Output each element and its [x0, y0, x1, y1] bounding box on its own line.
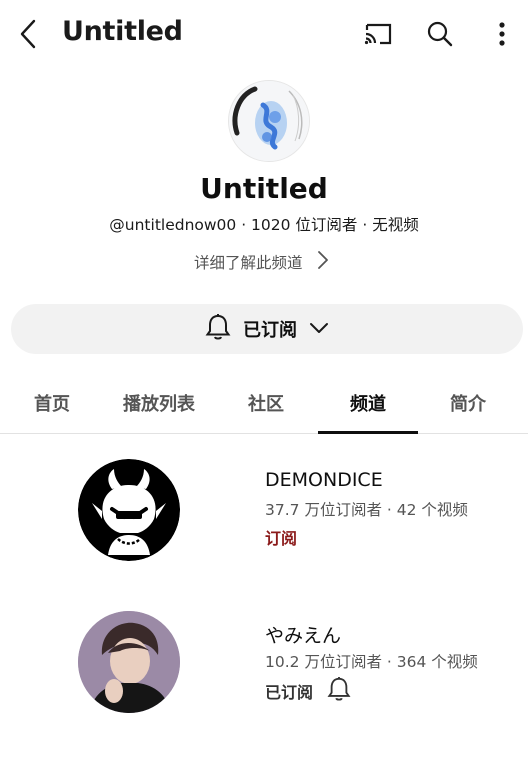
active-tab-indicator: [318, 431, 418, 434]
tab-home[interactable]: 首页: [0, 372, 104, 433]
subscribed-label: 已订阅: [265, 683, 314, 702]
channel-tabs: 首页 播放列表 社区 频道 简介: [0, 372, 528, 434]
bell-icon: [205, 313, 231, 345]
tab-playlists[interactable]: 播放列表: [104, 372, 214, 433]
avatar[interactable]: [78, 611, 180, 713]
channel-page: Untitled Untitled @untitlednow00 · 1020 …: [0, 0, 528, 771]
subscribed-button[interactable]: 已订阅: [265, 676, 351, 706]
channel-meta: 37.7 万位订阅者 · 42 个视频: [265, 501, 468, 519]
back-arrow-icon[interactable]: [10, 12, 46, 56]
cast-icon[interactable]: [358, 16, 398, 52]
more-vert-icon[interactable]: [484, 14, 520, 54]
page-title: Untitled: [62, 16, 183, 47]
top-app-bar: Untitled: [0, 0, 528, 68]
tab-about[interactable]: 简介: [418, 372, 518, 433]
avatar[interactable]: [78, 459, 180, 561]
bell-icon[interactable]: [327, 676, 351, 706]
tab-community[interactable]: 社区: [214, 372, 318, 433]
subscribe-button[interactable]: 订阅: [265, 525, 297, 549]
about-channel-label: 详细了解此频道: [194, 254, 303, 272]
subscribed-label: 已订阅: [243, 320, 297, 341]
channel-avatar[interactable]: [228, 80, 310, 162]
channel-meta: 10.2 万位订阅者 · 364 个视频: [265, 653, 478, 671]
subscribed-button[interactable]: 已订阅: [11, 304, 523, 354]
channel-name: Untitled: [200, 172, 328, 205]
subscribe-label: 订阅: [265, 529, 298, 548]
channel-name: DEMONDICE: [265, 469, 383, 491]
chevron-right-icon: [317, 250, 329, 274]
channel-name: やみえん: [265, 625, 342, 647]
tab-channels[interactable]: 频道: [318, 372, 418, 433]
about-channel-link[interactable]: 详细了解此频道: [194, 249, 329, 275]
chevron-down-icon: [309, 320, 329, 339]
channel-meta: @untitlednow00 · 1020 位订阅者 · 无视频: [109, 216, 419, 234]
search-icon[interactable]: [420, 14, 460, 54]
